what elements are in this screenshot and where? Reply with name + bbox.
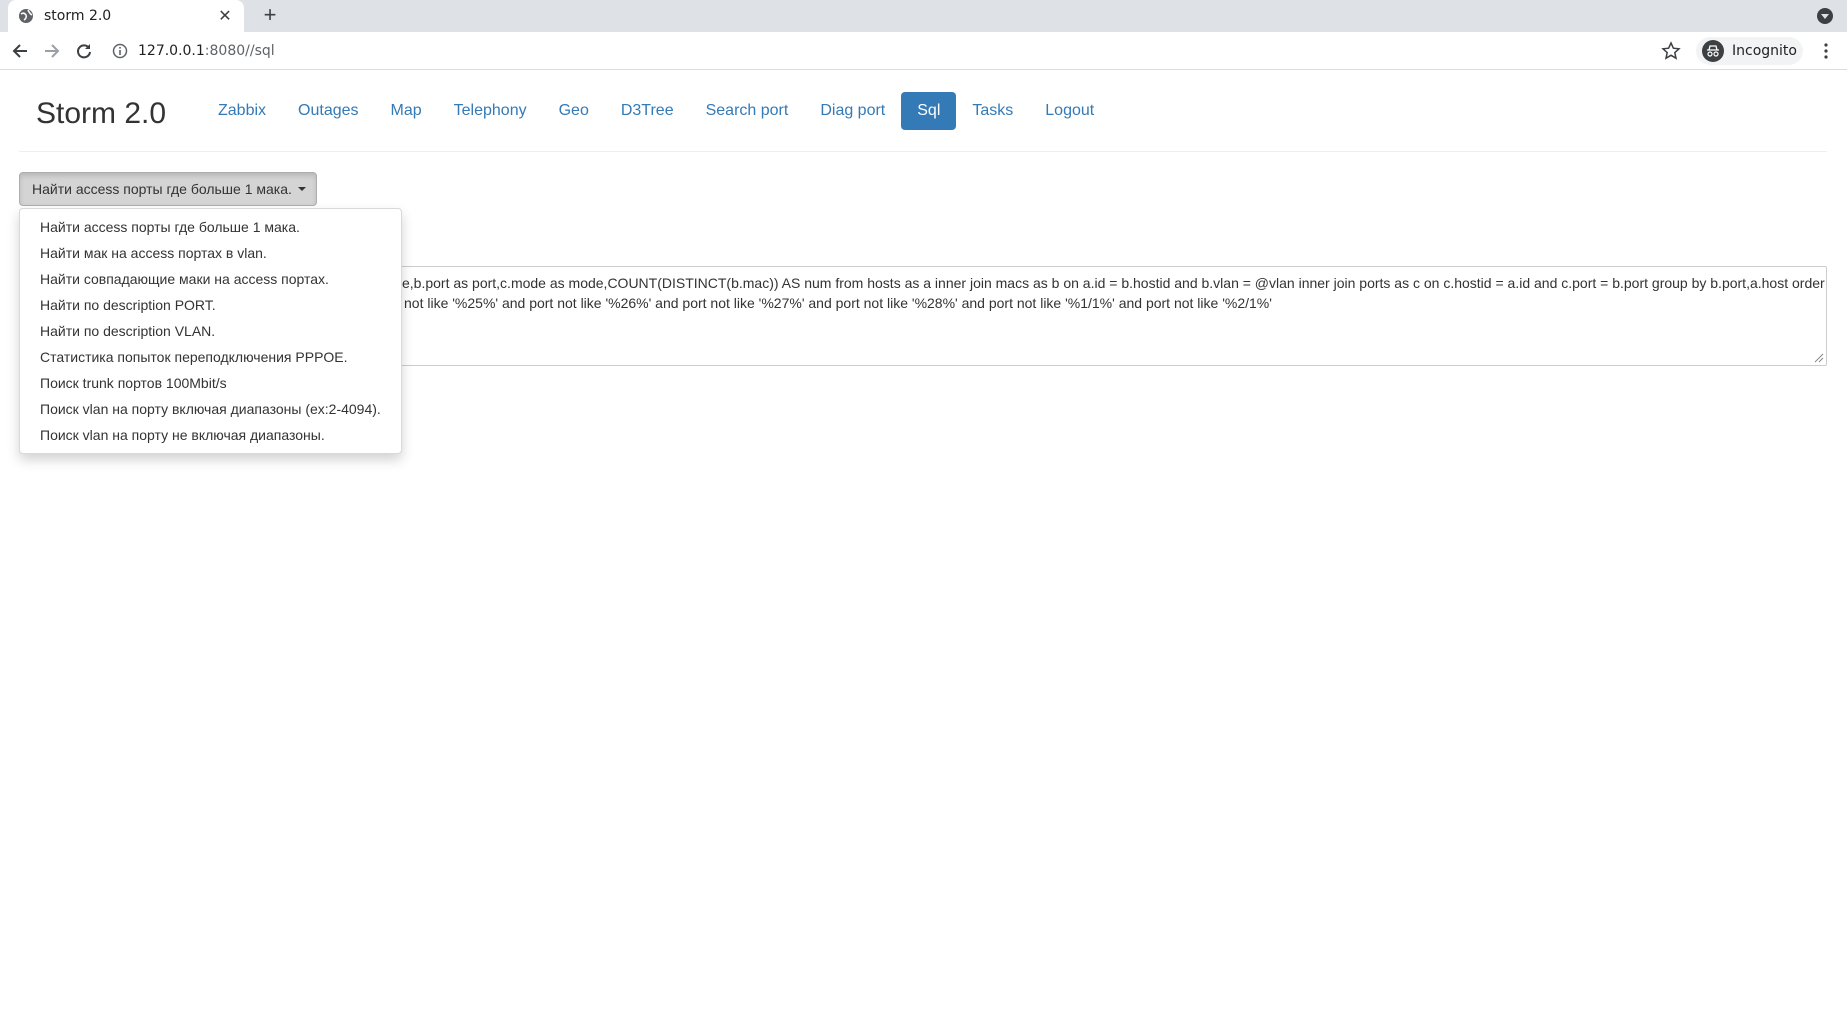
tab-title: storm 2.0 <box>44 8 112 24</box>
sql-line-2: not like '%25%' and port not like '%26%'… <box>404 295 1272 311</box>
nav-map[interactable]: Map <box>375 92 438 130</box>
globe-icon <box>19 9 33 23</box>
page: Storm 2.0 Zabbix Outages Map Telephony G… <box>0 71 1847 1015</box>
nav-diag-port[interactable]: Diag port <box>804 92 901 130</box>
new-tab-icon[interactable]: + <box>258 4 282 28</box>
info-icon[interactable] <box>112 43 128 59</box>
bookmark-star-icon[interactable] <box>1661 41 1681 61</box>
main-nav: Zabbix Outages Map Telephony Geo D3Tree … <box>202 92 1110 130</box>
browser-tabstrip: storm 2.0 ✕ + <box>0 0 1847 32</box>
nav-geo[interactable]: Geo <box>543 92 605 130</box>
app-brand[interactable]: Storm 2.0 <box>36 97 166 131</box>
menu-item[interactable]: Найти access порты где больше 1 мака. <box>20 214 401 240</box>
nav-sql[interactable]: Sql <box>901 92 957 130</box>
address-bar[interactable]: 127.0.0.1:8080//sql <box>112 36 1692 66</box>
incognito-indicator[interactable]: Incognito <box>1696 37 1803 65</box>
nav-d3tree[interactable]: D3Tree <box>605 92 690 130</box>
nav-logout[interactable]: Logout <box>1029 92 1110 130</box>
menu-item[interactable]: Поиск vlan на порту включая диапазоны (e… <box>20 396 401 422</box>
menu-item[interactable]: Найти мак на access портах в vlan. <box>20 240 401 266</box>
menu-item[interactable]: Найти по description VLAN. <box>20 318 401 344</box>
url-host: 127.0.0.1 <box>138 43 205 59</box>
resize-grip-icon[interactable] <box>1814 353 1824 363</box>
menu-item[interactable]: Найти по description PORT. <box>20 292 401 318</box>
incognito-icon <box>1702 40 1724 62</box>
sql-line-1: e,b.port as port,c.mode as mode,COUNT(DI… <box>402 275 1825 291</box>
back-icon[interactable] <box>8 39 32 63</box>
tab-search-icon[interactable] <box>1817 8 1833 24</box>
query-select-label: Найти access порты где больше 1 мака. <box>32 181 292 197</box>
nav-telephony[interactable]: Telephony <box>438 92 543 130</box>
reload-icon[interactable] <box>72 39 96 63</box>
menu-item[interactable]: Найти совпадающие маки на access портах. <box>20 266 401 292</box>
url-path: :8080//sql <box>204 43 275 59</box>
nav-outages[interactable]: Outages <box>282 92 374 130</box>
nav-search-port[interactable]: Search port <box>690 92 805 130</box>
menu-item[interactable]: Статистика попыток переподключения PPPOE… <box>20 344 401 370</box>
query-select-button[interactable]: Найти access порты где больше 1 мака. <box>19 172 317 206</box>
menu-item[interactable]: Поиск vlan на порту не включая диапазоны… <box>20 422 401 448</box>
browser-menu-icon[interactable] <box>1818 41 1834 61</box>
browser-toolbar: 127.0.0.1:8080//sql Incognito <box>0 32 1847 70</box>
url-text: 127.0.0.1:8080//sql <box>138 43 275 59</box>
nav-zabbix[interactable]: Zabbix <box>202 92 282 130</box>
menu-item[interactable]: Поиск trunk портов 100Mbit/s <box>20 370 401 396</box>
close-tab-icon[interactable]: ✕ <box>216 6 234 26</box>
browser-tab[interactable]: storm 2.0 ✕ <box>8 0 244 32</box>
nav-tasks[interactable]: Tasks <box>956 92 1029 130</box>
caret-down-icon <box>297 187 306 191</box>
query-dropdown-menu: Найти access порты где больше 1 мака. На… <box>19 208 402 454</box>
forward-icon[interactable] <box>40 39 64 63</box>
header-divider <box>19 151 1827 152</box>
incognito-label: Incognito <box>1732 43 1797 59</box>
